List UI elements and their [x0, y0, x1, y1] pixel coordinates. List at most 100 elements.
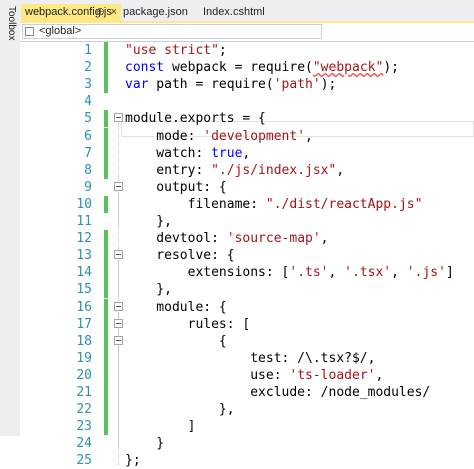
- change-marker: [104, 281, 108, 299]
- code-line[interactable]: 12 devtool: 'source-map',: [20, 230, 474, 248]
- tab-label: package.json: [123, 6, 188, 18]
- code-token: filename:: [125, 196, 266, 212]
- change-marker: [104, 349, 108, 367]
- tab-label: Index.cshtml: [203, 6, 265, 18]
- code-token: exclude: /node_modules/: [125, 385, 431, 400]
- code-line[interactable]: 14 extensions: ['.ts', '.tsx', '.js']: [20, 264, 474, 282]
- collapse-icon[interactable]: [114, 335, 123, 345]
- change-marker: [104, 110, 108, 128]
- code-text: test: /\.tsx?$/,: [125, 350, 375, 367]
- code-token: ]: [445, 265, 454, 281]
- code-text: watch: true,: [125, 145, 250, 162]
- code-line[interactable]: 16 module: {: [20, 298, 474, 316]
- tab-package-json[interactable]: package.json: [120, 4, 198, 22]
- line-number: 3: [84, 77, 92, 93]
- code-line[interactable]: 9 output: {: [20, 179, 474, 196]
- change-marker: [104, 332, 108, 350]
- change-marker: [104, 384, 108, 401]
- code-line[interactable]: 17 rules: [: [20, 315, 474, 333]
- code-line[interactable]: 5 module.exports = {: [20, 110, 474, 128]
- toolbox-label[interactable]: Toolbox: [3, 6, 17, 40]
- collapse-icon[interactable]: [114, 301, 123, 311]
- code-text: },: [125, 281, 172, 298]
- code-text: const webpack = require("webpack");: [125, 59, 399, 76]
- code-text: entry: "./js/index.jsx",: [125, 162, 344, 179]
- code-token: "use strict": [125, 43, 219, 58]
- change-marker: [104, 247, 108, 265]
- collapse-icon[interactable]: [114, 181, 123, 191]
- line-number: 9: [84, 179, 92, 195]
- change-marker: [104, 76, 108, 94]
- code-line[interactable]: 4: [20, 93, 474, 110]
- code-token: },: [125, 214, 172, 229]
- change-marker: [104, 144, 108, 162]
- code-token: const: [125, 60, 165, 76]
- code-line[interactable]: 23 ]: [20, 418, 474, 436]
- code-text: },: [125, 213, 172, 230]
- code-text: use: 'ts-loader',: [125, 367, 383, 384]
- code-line[interactable]: 11 },: [20, 213, 474, 230]
- code-text: extensions: ['.ts', '.tsx', '.js']: [125, 264, 454, 281]
- change-marker: [104, 315, 108, 333]
- code-token: ,: [391, 265, 407, 281]
- code-line[interactable]: 3 var path = require('path');: [20, 76, 474, 94]
- code-token: },: [125, 282, 172, 298]
- code-text: module: {: [125, 299, 226, 316]
- code-token: }: [125, 436, 165, 452]
- code-line[interactable]: 24 }: [20, 435, 474, 452]
- pin-icon[interactable]: ⊕: [96, 4, 105, 21]
- code-token: },: [125, 402, 235, 418]
- collapse-icon[interactable]: [114, 113, 123, 123]
- line-number: 25: [76, 453, 92, 469]
- code-editor[interactable]: 1 "use strict"; 2 const webpack = require("…: [20, 42, 474, 468]
- code-text: var path = require('path');: [125, 76, 336, 93]
- change-marker: [104, 264, 108, 282]
- code-line[interactable]: 2 const webpack = require("webpack");: [20, 59, 474, 77]
- code-line[interactable]: 10 filename: "./dist/reactApp.js": [20, 195, 474, 213]
- code-line[interactable]: 13 resolve: {: [20, 247, 474, 265]
- code-token: extensions: [: [125, 265, 290, 281]
- code-token: ;: [218, 43, 227, 58]
- scope-dropdown[interactable]: <global>: [22, 24, 322, 39]
- code-token: };: [125, 453, 141, 469]
- collapse-icon[interactable]: [114, 250, 123, 260]
- code-token: mode:: [125, 128, 204, 144]
- line-number: 21: [76, 385, 92, 400]
- code-token: ,: [328, 265, 345, 281]
- line-number: 7: [84, 145, 92, 161]
- change-marker: [104, 298, 108, 316]
- code-text: exclude: /node_modules/: [125, 384, 430, 401]
- change-marker: [104, 161, 108, 179]
- code-line[interactable]: 18 {: [20, 332, 474, 350]
- line-number: 23: [76, 419, 92, 435]
- toolbox-panel[interactable]: Toolbox: [0, 0, 21, 436]
- code-token: {: [125, 333, 227, 349]
- collapse-icon[interactable]: [114, 318, 123, 328]
- code-token: "webpack": [312, 60, 384, 76]
- line-number: 24: [76, 436, 92, 452]
- navigation-bar: <global>: [20, 23, 474, 42]
- code-token: '.js': [406, 265, 446, 281]
- code-line[interactable]: 22 },: [20, 401, 474, 419]
- code-line[interactable]: 6 mode: 'development',: [20, 127, 474, 145]
- code-text: "use strict";: [125, 42, 227, 59]
- code-line[interactable]: 15 },: [20, 281, 474, 299]
- namespace-icon: [25, 27, 34, 36]
- tab-webpack-config[interactable]: webpack.config.js ⊕ ×: [21, 4, 121, 22]
- code-line[interactable]: 19 test: /\.tsx?$/,: [20, 349, 474, 367]
- code-line[interactable]: 20 use: 'ts-loader',: [20, 366, 474, 384]
- code-token: "./dist/reactApp.js": [265, 196, 423, 212]
- code-line[interactable]: 7 watch: true,: [20, 144, 474, 162]
- scope-dropdown-value: <global>: [39, 25, 82, 37]
- code-token: rules: [: [125, 316, 251, 332]
- code-text: ]: [125, 418, 196, 435]
- code-line[interactable]: 8 entry: "./js/index.jsx",: [20, 161, 474, 179]
- tab-index-cshtml[interactable]: Index.cshtml: [200, 4, 280, 22]
- close-icon[interactable]: ×: [111, 4, 117, 21]
- code-line[interactable]: 25};: [20, 452, 474, 469]
- code-token: use:: [125, 367, 290, 383]
- code-line[interactable]: 21 exclude: /node_modules/: [20, 384, 474, 401]
- code-line[interactable]: 1 "use strict";: [20, 42, 474, 59]
- code-token: 'development': [203, 128, 306, 144]
- code-token: watch:: [125, 145, 212, 161]
